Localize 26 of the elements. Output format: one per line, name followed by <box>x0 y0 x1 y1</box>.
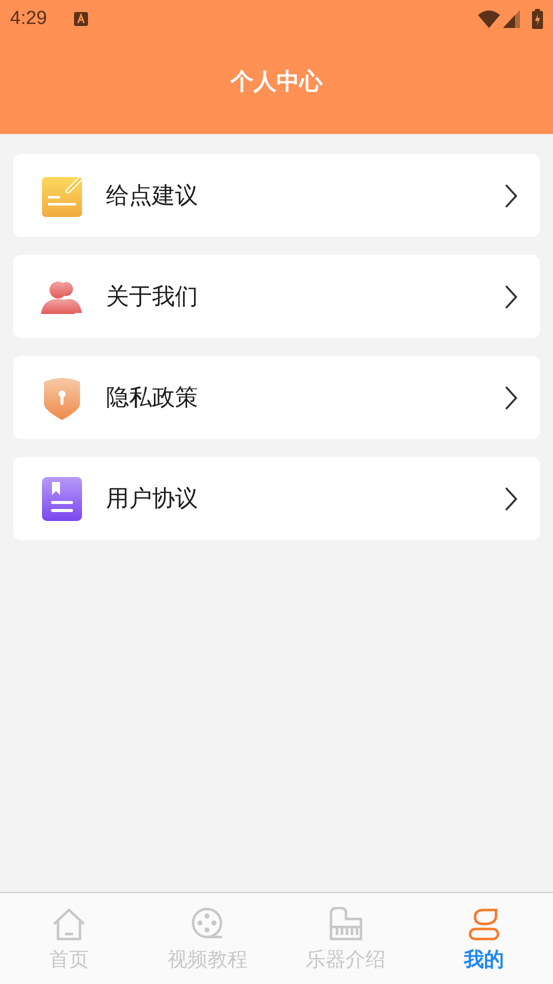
film-reel-icon <box>190 907 224 941</box>
wifi-icon <box>478 10 500 28</box>
keyboard-notification-icon <box>74 12 88 26</box>
people-icon <box>41 280 83 314</box>
chevron-right-icon <box>504 486 518 512</box>
menu-item-label: 关于我们 <box>106 282 199 312</box>
menu-item-label: 用户协议 <box>106 484 199 514</box>
menu-item[interactable]: 隐私政策 <box>13 356 540 439</box>
chevron-right-icon <box>504 182 518 208</box>
chevron-right-icon <box>504 284 518 310</box>
menu-item[interactable]: 用户协议 <box>13 457 540 540</box>
battery-charging-icon <box>532 9 543 29</box>
shield-icon <box>42 376 82 420</box>
menu-item-label: 隐私政策 <box>106 383 199 412</box>
note-icon <box>42 174 82 216</box>
document-icon <box>42 476 82 520</box>
signal-icon <box>503 10 520 28</box>
piano-icon <box>328 907 363 941</box>
menu-item[interactable]: 关于我们 <box>13 255 540 338</box>
home-icon <box>52 907 86 941</box>
menu-item-label: 给点建议 <box>106 181 199 210</box>
status-time: 4:29 <box>10 6 47 31</box>
page-title: 个人中心 <box>230 66 322 96</box>
user-icon <box>466 907 501 941</box>
menu-item[interactable]: 给点建议 <box>13 154 540 237</box>
chevron-right-icon <box>504 384 518 410</box>
